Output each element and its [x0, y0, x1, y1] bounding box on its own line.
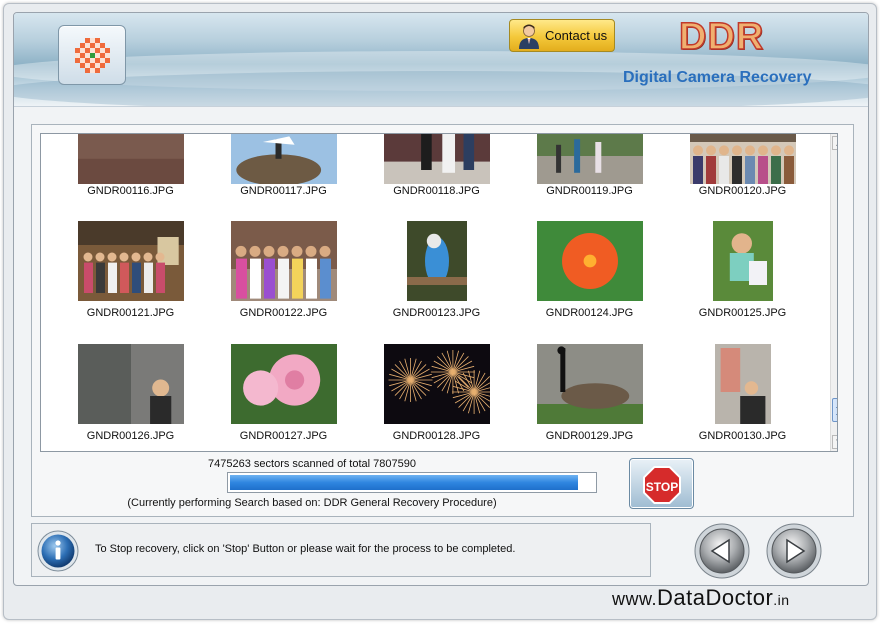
thumbnail-item[interactable]: GNDR00129.JPG [513, 344, 666, 451]
thumbnail-filename: GNDR00118.JPG [393, 185, 480, 197]
brand-logo-text: DDR [678, 15, 765, 59]
scroll-up-arrow-icon[interactable]: ▲ [832, 136, 837, 150]
info-message-box: To Stop recovery, click on 'Stop' Button… [31, 523, 651, 577]
photo-thumbnail[interactable] [406, 221, 467, 301]
thumbnail-filename: GNDR00121.JPG [86, 307, 175, 319]
footer-www: www. [612, 589, 658, 609]
photo-thumbnail[interactable] [77, 221, 184, 301]
stop-label: STOP [645, 480, 679, 494]
thumbnail-item[interactable]: GNDR00126.JPG [54, 344, 207, 451]
thumbnail-item[interactable]: GNDR00128.JPG [360, 344, 513, 451]
website-footer: www.DataDoctor.in [612, 585, 790, 611]
info-message-text: To Stop recovery, click on 'Stop' Button… [95, 543, 516, 555]
photo-thumbnail[interactable] [536, 133, 643, 184]
footer-tld: .in [773, 592, 790, 608]
thumbnail-item[interactable]: GNDR00127.JPG [207, 344, 360, 451]
thumbnail-filename: GNDR00116.JPG [87, 185, 174, 197]
thumbnail-item[interactable]: GNDR00124.JPG [513, 221, 666, 344]
photo-thumbnail[interactable] [689, 133, 796, 184]
thumbnail-filename: GNDR00122.JPG [239, 307, 328, 319]
vertical-scrollbar[interactable]: ▲ ▼ [830, 134, 837, 451]
photo-thumbnail[interactable] [714, 344, 771, 424]
photo-thumbnail[interactable] [383, 133, 490, 184]
footer-site: DataDoctor [657, 585, 774, 610]
thumbnail-filename: GNDR00127.JPG [239, 430, 328, 442]
thumbnail-item[interactable]: GNDR00121.JPG [54, 221, 207, 344]
thumbnail-filename: GNDR00119.JPG [546, 185, 633, 197]
thumbnail-filename: GNDR00123.JPG [392, 307, 481, 319]
thumbnail-filename: GNDR00124.JPG [545, 307, 634, 319]
scroll-down-arrow-icon[interactable]: ▼ [832, 435, 837, 449]
checker-logo-icon [75, 38, 110, 73]
photo-thumbnail[interactable] [230, 221, 337, 301]
next-button[interactable] [766, 523, 822, 579]
thumbnail-filename: GNDR00125.JPG [698, 307, 787, 319]
header-banner: Contact us DDR Digital Camera Recovery [14, 13, 868, 107]
photo-thumbnail[interactable] [230, 344, 337, 424]
person-icon [519, 24, 539, 49]
thumbnail-filename: GNDR00117.JPG [240, 185, 327, 197]
thumbnail-filename: GNDR00129.JPG [545, 430, 634, 442]
back-button[interactable] [694, 523, 750, 579]
thumbnail-viewer[interactable]: GNDR00116.JPG GNDR00117.JPG GNDR00118.JPG G… [40, 133, 838, 452]
contact-us-label: Contact us [545, 28, 608, 43]
photo-thumbnail[interactable] [536, 344, 643, 424]
thumbnail-item[interactable]: GNDR00130.JPG [666, 344, 819, 451]
thumbnail-filename: GNDR00126.JPG [86, 430, 175, 442]
recovery-panel: GNDR00116.JPG GNDR00117.JPG GNDR00118.JPG G… [31, 124, 854, 517]
main-frame: Contact us DDR Digital Camera Recovery G… [13, 12, 869, 586]
thumbnail-item[interactable]: GNDR00122.JPG [207, 221, 360, 344]
bottom-bar: To Stop recovery, click on 'Stop' Button… [31, 523, 854, 579]
product-subtitle: Digital Camera Recovery [623, 69, 812, 86]
photo-thumbnail[interactable] [77, 344, 184, 424]
photo-thumbnail[interactable] [712, 221, 773, 301]
app-window: Contact us DDR Digital Camera Recovery G… [3, 3, 877, 620]
thumbnail-filename: GNDR00128.JPG [392, 430, 481, 442]
contact-us-button[interactable]: Contact us [509, 19, 615, 52]
stop-button[interactable]: STOP [629, 458, 694, 509]
progress-fill [230, 475, 579, 490]
photo-thumbnail[interactable] [383, 344, 490, 424]
photo-thumbnail[interactable] [230, 133, 337, 184]
thumbnail-filename: GNDR00120.JPG [698, 185, 787, 197]
thumbnail-filename: GNDR00130.JPG [698, 430, 787, 442]
thumbnail-grid: GNDR00116.JPG GNDR00117.JPG GNDR00118.JPG G… [41, 133, 831, 451]
thumbnail-item[interactable]: GNDR00123.JPG [360, 221, 513, 344]
app-logo [58, 25, 126, 85]
photo-thumbnail[interactable] [77, 133, 184, 184]
scan-status-text: 7475263 sectors scanned of total 7807590 [208, 458, 416, 470]
scan-progress-bar [227, 472, 597, 493]
info-icon [37, 530, 79, 572]
scrollbar-thumb[interactable] [832, 398, 837, 422]
photo-thumbnail[interactable] [536, 221, 643, 301]
search-method-note: (Currently performing Search based on: D… [127, 497, 497, 509]
thumbnail-item[interactable]: GNDR00125.JPG [666, 221, 819, 344]
